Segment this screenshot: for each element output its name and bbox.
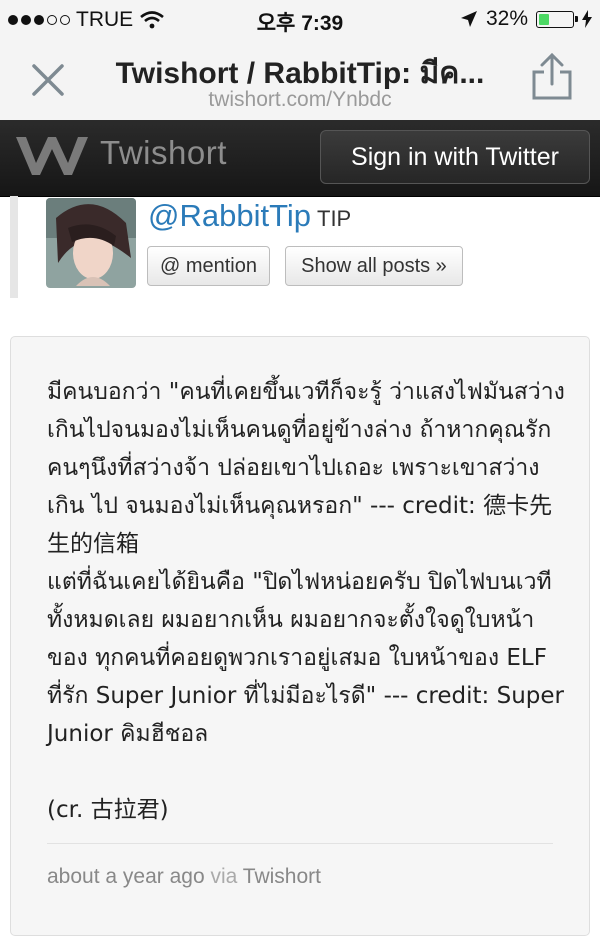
page-url[interactable]: twishort.com/Ynbdc	[95, 88, 505, 112]
sign-in-with-twitter-button[interactable]: Sign in with Twitter	[320, 130, 590, 184]
post-app-link[interactable]: Twishort	[243, 865, 321, 888]
close-icon	[32, 64, 64, 96]
show-all-posts-button[interactable]: Show all posts »	[285, 246, 463, 286]
quote-rule	[10, 196, 18, 298]
post-meta: about a year ago via Twishort	[47, 865, 321, 889]
mention-button[interactable]: @ mention	[147, 246, 270, 286]
avatar[interactable]	[46, 198, 136, 288]
post-divider	[47, 843, 553, 844]
site-logo-text[interactable]: Twishort	[100, 134, 227, 172]
post-time[interactable]: about a year ago	[47, 865, 205, 888]
twishort-logo-icon	[16, 137, 88, 175]
post-via-label: via	[210, 865, 238, 888]
profile-tag: TIP	[317, 206, 352, 231]
profile-handle[interactable]: @RabbitTip	[148, 198, 311, 233]
status-bar: TRUE 오후 7:39 32%	[0, 0, 600, 38]
post-body: มีคนบอกว่า "คนที่เคยขึ้นเวทีก็จะรู้ ว่าแ…	[47, 379, 565, 823]
profile-handle-line: @RabbitTip TIP	[148, 198, 351, 234]
charging-icon	[582, 10, 592, 28]
site-header: Twishort Sign in with Twitter	[0, 120, 600, 197]
share-icon	[532, 52, 572, 100]
battery-icon	[536, 10, 578, 28]
browser-nav-bar: Twishort / RabbitTip: มีค... twishort.co…	[0, 38, 600, 121]
post-card: มีคนบอกว่า "คนที่เคยขึ้นเวทีก็จะรู้ ว่าแ…	[10, 336, 590, 936]
location-arrow-icon	[460, 11, 477, 27]
close-button[interactable]	[26, 58, 70, 102]
share-button[interactable]	[530, 52, 574, 102]
status-right: 32%	[460, 7, 592, 31]
avatar-image	[46, 198, 136, 288]
battery-percent: 32%	[485, 7, 528, 30]
